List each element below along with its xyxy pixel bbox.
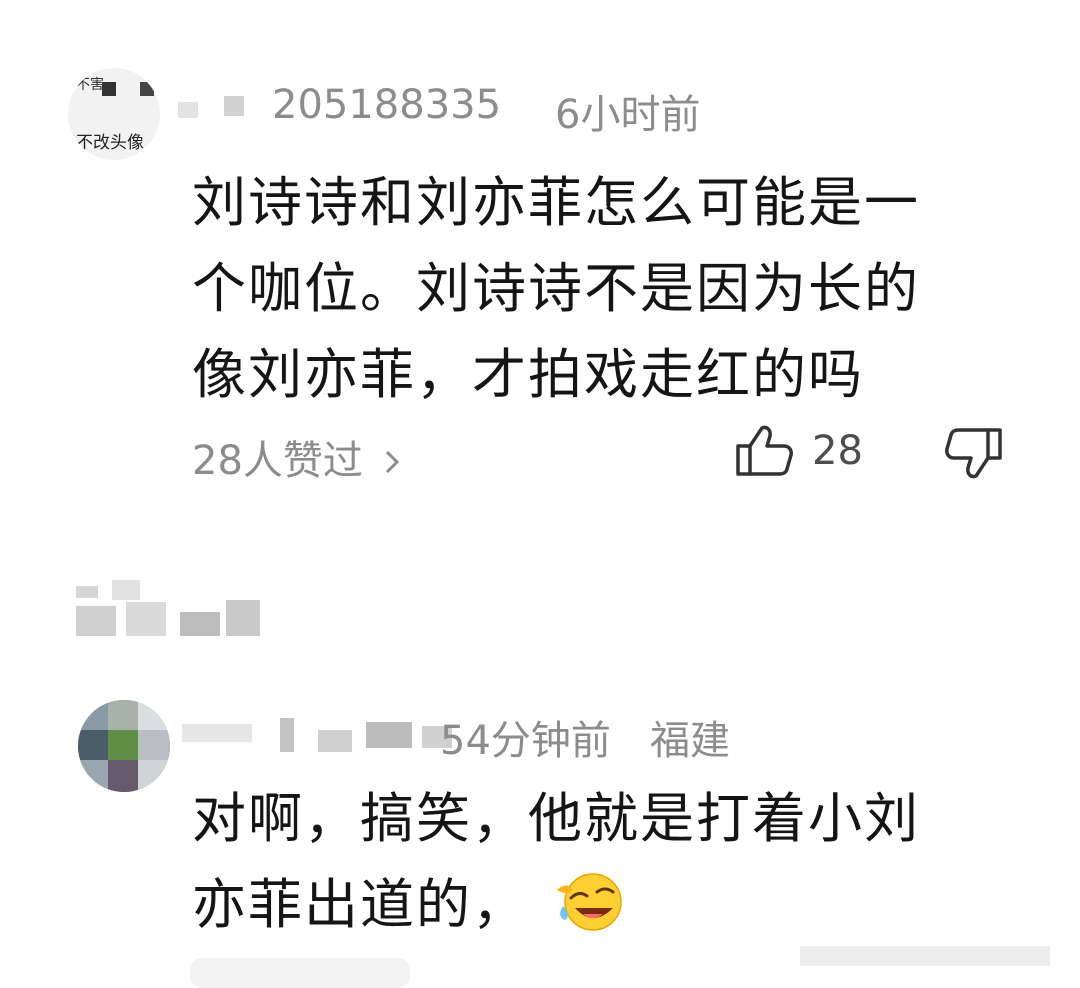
chevron-right-icon [385, 450, 399, 474]
likers-label: 28人赞过 [192, 438, 363, 484]
redacted-header [76, 576, 266, 646]
pixelation-block [78, 760, 108, 792]
pixelation-block [102, 82, 116, 96]
comment-location: 福建 [650, 718, 730, 764]
thumbs-up-icon[interactable] [734, 422, 794, 478]
pixelation-block [76, 586, 98, 598]
rolling-on-floor-laughing-emoji [557, 873, 622, 931]
pixelation-block [366, 722, 412, 748]
pixelation-block [180, 612, 220, 636]
pixelation-block [78, 730, 108, 760]
comment-line: 像刘亦菲，才拍戏走红的吗 [192, 343, 864, 406]
pixelation-block [178, 102, 198, 118]
pixelation-block [280, 718, 294, 752]
comment-time: 54分钟前 [440, 718, 611, 764]
comment-time: 6小时前 [555, 92, 701, 138]
pixelation-block [78, 700, 108, 730]
thumbs-down-icon[interactable] [944, 426, 1004, 482]
pixelation-block [108, 730, 138, 760]
pixelation-block [318, 730, 352, 752]
avatar-text-bottom: 不改头像 [76, 133, 144, 153]
avatar[interactable]: 不害 不改头像 [68, 68, 160, 160]
pixelation-block [138, 760, 170, 792]
pixelation-block [76, 606, 116, 636]
username[interactable]: 205188335 [272, 82, 501, 128]
pixelation-block [138, 730, 170, 760]
comment-line: 刘诗诗和刘亦菲怎么可能是一 [192, 171, 920, 234]
pixelation-block [108, 760, 138, 792]
likers-link[interactable]: 28人赞过 [192, 428, 402, 486]
pixelation-block [800, 946, 1050, 966]
pixelation-block [112, 580, 140, 600]
pixelation-block [182, 724, 252, 742]
username-redacted[interactable] [182, 708, 482, 756]
avatar-text-top: 不害 [76, 77, 104, 93]
pixelation-block [140, 82, 154, 96]
pixelation-block [138, 700, 170, 730]
watermark [800, 940, 1070, 970]
bottom-input-bar[interactable] [190, 958, 410, 988]
comment-line: 个咖位。刘诗诗不是因为长的 [192, 257, 920, 320]
avatar[interactable] [78, 700, 170, 792]
comment-line: 对啊，搞笑，他就是打着小刘 [192, 787, 920, 850]
username-redacted[interactable] [178, 92, 272, 120]
pixelation-block [226, 600, 260, 636]
pixelation-block [126, 602, 166, 636]
comment-text: 刘诗诗和刘亦菲怎么可能是一 个咖位。刘诗诗不是因为长的 像刘亦菲，才拍戏走红的吗 [192, 160, 1012, 418]
pixelation-block [224, 96, 244, 116]
like-count: 28 [812, 428, 863, 474]
pixelation-block [108, 700, 138, 730]
